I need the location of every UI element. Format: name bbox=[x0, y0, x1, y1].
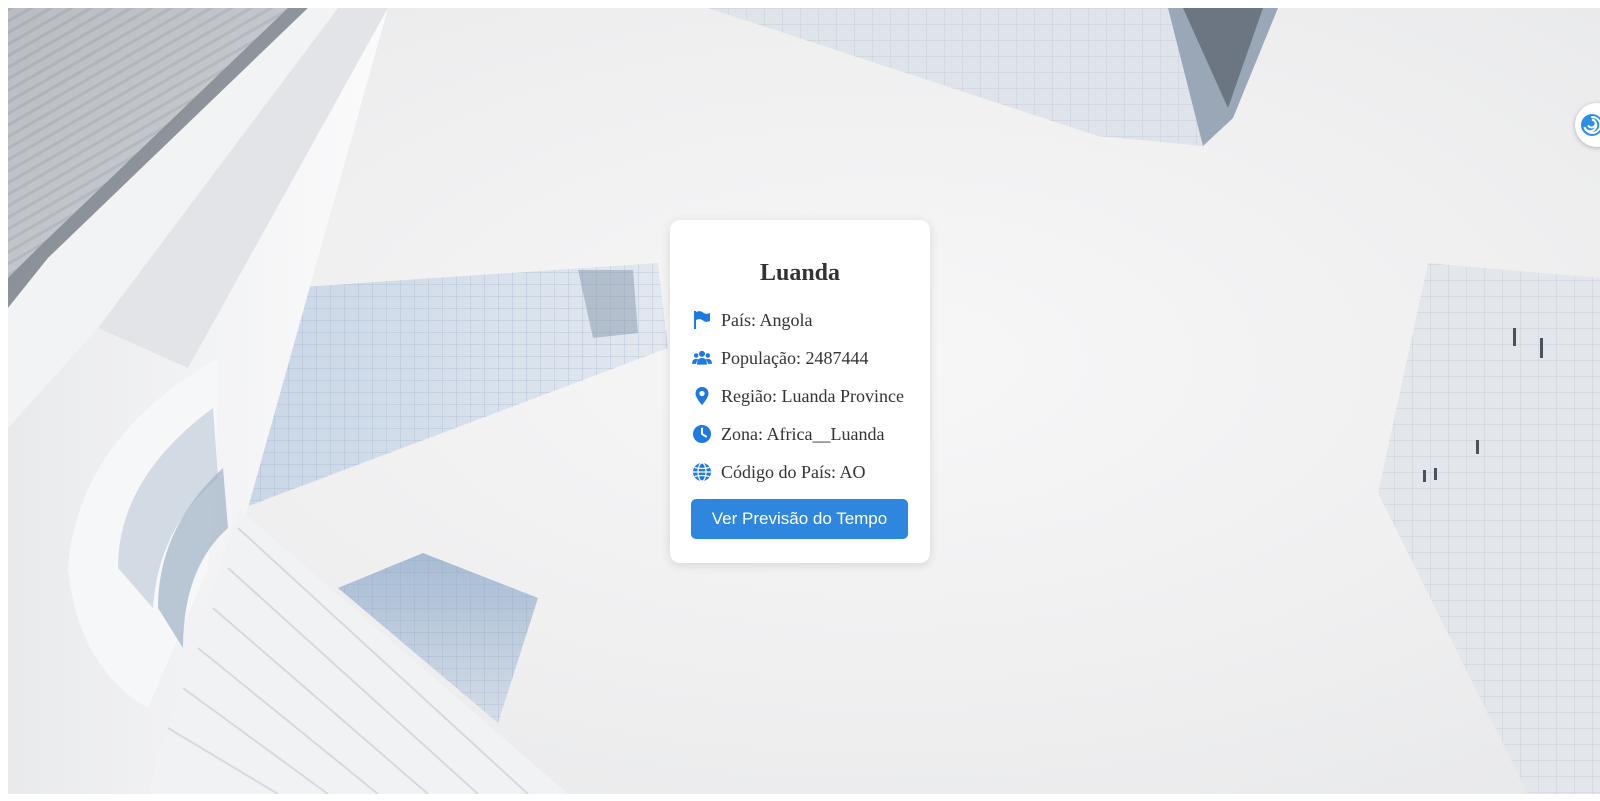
info-row-country: País: Angola bbox=[691, 301, 909, 339]
timezone-label: Zona: Africa__Luanda bbox=[721, 423, 885, 444]
info-row-region: Região: Luanda Province bbox=[691, 377, 909, 415]
region-label: Região: Luanda Province bbox=[721, 385, 904, 406]
country-code-label: Código do País: AO bbox=[721, 461, 866, 482]
country-label: País: Angola bbox=[721, 309, 813, 330]
info-row-population: População: 2487444 bbox=[691, 339, 909, 377]
city-name: Luanda bbox=[759, 260, 841, 286]
view-forecast-button[interactable]: Ver Previsão do Tempo bbox=[691, 499, 908, 539]
flag-icon bbox=[691, 309, 713, 331]
users-icon bbox=[691, 347, 713, 369]
population-label: População: 2487444 bbox=[721, 347, 869, 368]
city-card: Luanda País: Angola População: 2487444 R… bbox=[670, 220, 930, 563]
globe-icon bbox=[691, 461, 713, 483]
info-row-country-code: Código do País: AO bbox=[691, 453, 909, 491]
map-marker-icon bbox=[691, 385, 713, 407]
info-row-timezone: Zona: Africa__Luanda bbox=[691, 415, 909, 453]
clock-icon bbox=[691, 423, 713, 445]
